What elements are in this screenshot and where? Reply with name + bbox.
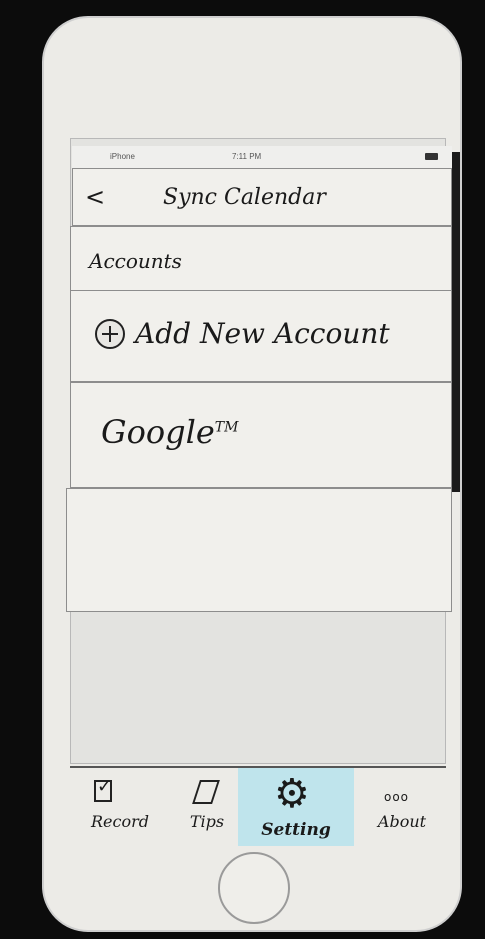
paper-prototype-scene: iPhone 7:11 PM < Sync Calendar Accounts … (0, 0, 485, 939)
tab-record[interactable]: Record (70, 768, 170, 838)
status-bar: iPhone 7:11 PM (72, 146, 452, 169)
account-row-google[interactable]: GoogleTM (70, 382, 452, 488)
accounts-section-header: Accounts (70, 226, 452, 292)
battery-icon (425, 153, 438, 160)
tab-label: Setting (261, 820, 331, 840)
trademark-mark: TM (214, 419, 239, 436)
tab-about[interactable]: ooo About (358, 768, 446, 838)
checkbox-icon (94, 776, 112, 802)
tab-bar: Record Tips ⚙ Setting ooo About (70, 766, 446, 846)
tab-tips[interactable]: Tips (174, 768, 240, 838)
carrier-label: iPhone (110, 152, 135, 161)
empty-list-row (66, 488, 452, 612)
add-circle-icon (95, 319, 125, 349)
back-icon[interactable]: < (85, 183, 105, 211)
note-icon (192, 780, 220, 804)
gear-icon: ⚙ (274, 771, 310, 817)
home-button[interactable] (218, 852, 290, 924)
tab-setting[interactable]: ⚙ Setting (238, 768, 354, 846)
tab-label: Record (91, 812, 149, 831)
account-name: GoogleTM (101, 413, 239, 451)
add-new-account-button[interactable]: Add New Account (70, 290, 452, 382)
tab-label: About (377, 812, 427, 831)
tab-label: Tips (189, 812, 225, 831)
accounts-section-label: Accounts (89, 249, 182, 273)
navigation-bar: < Sync Calendar (72, 168, 452, 226)
ellipsis-icon: ooo (384, 790, 410, 804)
page-title: Sync Calendar (163, 185, 326, 210)
status-time: 7:11 PM (232, 152, 262, 161)
paper-shadow-edge (452, 152, 460, 492)
add-new-account-label: Add New Account (135, 317, 390, 350)
